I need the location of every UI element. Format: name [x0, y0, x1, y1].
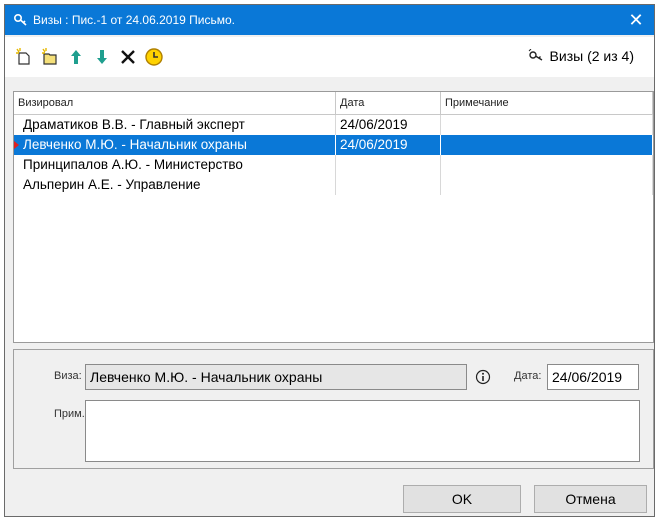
column-header-signer[interactable]: Визировал — [14, 92, 336, 114]
column-header-note[interactable]: Примечание — [441, 92, 653, 114]
delete-button[interactable] — [117, 46, 139, 68]
cell-note — [441, 155, 653, 175]
cell-date: 24/06/2019 — [336, 115, 441, 135]
cell-signer: Принципалов А.Ю. - Министерство — [14, 155, 336, 175]
new-document-icon — [16, 48, 30, 65]
window-title: Визы : Пис.-1 от 24.06.2019 Письмо. — [33, 13, 235, 27]
key-icon — [13, 12, 29, 28]
visas-table[interactable]: Визировал Дата Примечание Драматиков В.В… — [13, 91, 654, 343]
title-bar: Визы : Пис.-1 от 24.06.2019 Письмо. ✕ — [5, 5, 654, 35]
cell-note — [441, 175, 653, 195]
cell-date — [336, 155, 441, 175]
time-button[interactable] — [143, 46, 165, 68]
note-field[interactable] — [85, 400, 640, 462]
arrow-down-icon — [97, 50, 107, 64]
column-header-date[interactable]: Дата — [336, 92, 441, 114]
cell-note — [441, 135, 653, 155]
info-icon[interactable] — [475, 369, 491, 388]
date-field[interactable]: 24/06/2019 — [547, 364, 639, 390]
cell-date — [336, 175, 441, 195]
visas-counter-label: Визы (2 из 4) — [549, 48, 634, 64]
key-icon — [528, 49, 542, 61]
cell-signer: Левченко М.Ю. - Начальник охраны — [14, 135, 336, 155]
move-down-button[interactable] — [91, 46, 113, 68]
ok-button[interactable]: OK — [403, 485, 521, 513]
close-icon: ✕ — [628, 9, 644, 30]
delete-x-icon — [121, 50, 135, 64]
cell-signer: Драматиков В.В. - Главный эксперт — [14, 115, 336, 135]
clock-icon — [145, 48, 163, 66]
table-row[interactable]: Принципалов А.Ю. - Министерство — [14, 155, 653, 175]
cell-note — [441, 115, 653, 135]
visa-field[interactable]: Левченко М.Ю. - Начальник охраны — [85, 364, 467, 390]
cell-signer: Альперин А.Е. - Управление — [14, 175, 336, 195]
table-header: Визировал Дата Примечание — [14, 92, 653, 115]
new-visa-copy-button[interactable] — [39, 46, 61, 68]
table-row[interactable]: Альперин А.Е. - Управление — [14, 175, 653, 195]
cancel-button[interactable]: Отмена — [534, 485, 647, 513]
cell-date: 24/06/2019 — [336, 135, 441, 155]
arrow-up-icon — [71, 50, 81, 64]
new-folder-icon — [42, 48, 57, 65]
visa-label: Виза: — [54, 370, 82, 382]
move-up-button[interactable] — [65, 46, 87, 68]
close-button[interactable]: ✕ — [624, 8, 648, 32]
visa-detail-panel: Виза: Левченко М.Ю. - Начальник охраны Д… — [13, 349, 654, 469]
new-visa-button[interactable] — [13, 46, 35, 68]
visas-counter[interactable]: Визы (2 из 4) — [528, 48, 634, 64]
table-row-selected[interactable]: Левченко М.Ю. - Начальник охраны 24/06/2… — [14, 135, 653, 155]
toolbar: Визы (2 из 4) — [5, 37, 654, 77]
current-row-marker-icon — [14, 141, 19, 149]
note-label: Прим.: — [54, 408, 88, 420]
table-row[interactable]: Драматиков В.В. - Главный эксперт 24/06/… — [14, 115, 653, 135]
visas-dialog: Визы : Пис.-1 от 24.06.2019 Письмо. ✕ Ви… — [4, 4, 655, 517]
date-label: Дата: — [514, 370, 542, 382]
